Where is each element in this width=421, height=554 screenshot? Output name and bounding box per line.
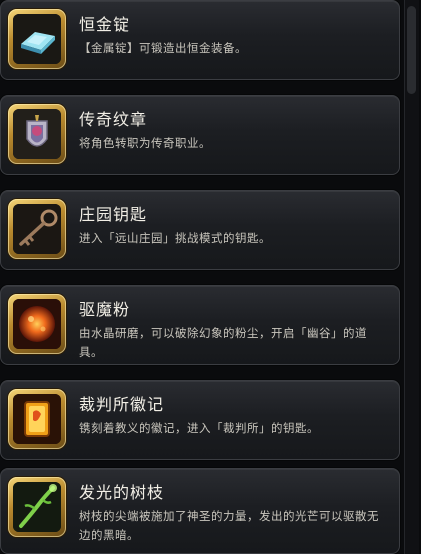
glowing-branch-icon [13,482,61,532]
item-description: 由水晶研磨，可以破除幻象的粉尘，开启「幽谷」的道具。 [79,326,367,359]
list-item-legend-crest[interactable]: 传奇纹章 将角色转职为传奇职业。 [0,95,400,175]
item-icon-frame [8,104,66,164]
item-title: 恒金锭 [79,15,131,34]
item-title: 发光的树枝 [79,483,165,502]
scrollbar-thumb[interactable] [407,6,416,94]
scrollbar[interactable] [404,0,419,554]
list-item-manor-key[interactable]: 庄园钥匙 进入「远山庄园」挑战模式的钥匙。 [0,190,400,270]
list-item-exorcism-powder[interactable]: 驱魔粉 由水晶研磨，可以破除幻象的粉尘，开启「幽谷」的道具。 [0,285,400,365]
item-description: 进入「远山庄园」挑战模式的钥匙。 [79,231,271,245]
item-icon-frame [8,477,66,537]
item-title: 驱魔粉 [79,300,131,319]
legend-crest-icon [13,109,61,159]
item-icon-frame [8,294,66,354]
item-icon-frame [8,389,66,449]
item-title: 传奇纹章 [79,110,148,129]
manor-key-icon [13,204,61,254]
list-item-metal-ingot[interactable]: 恒金锭 【金属锭】可锻造出恒金装备。 [0,0,400,80]
item-title: 庄园钥匙 [79,205,148,224]
item-title: 裁判所徽记 [79,395,165,414]
item-description: 【金属锭】可锻造出恒金装备。 [79,41,247,55]
list-item-tribunal-emblem[interactable]: 裁判所徽记 镌刻着教义的徽记，进入「裁判所」的钥匙。 [0,380,400,460]
item-list: 恒金锭 【金属锭】可锻造出恒金装备。 传奇纹章 将角色转职为传奇职业。 庄园钥匙… [0,0,421,554]
item-description: 镌刻着教义的徽记，进入「裁判所」的钥匙。 [79,421,319,435]
tribunal-emblem-icon [13,394,61,444]
item-description: 树枝的尖端被施加了神圣的力量，发出的光芒可以驱散无边的黑暗。 [79,509,379,542]
exorcism-powder-icon [13,299,61,349]
item-description: 将角色转职为传奇职业。 [79,136,211,150]
metal-ingot-icon [13,14,61,64]
item-icon-frame [8,9,66,69]
list-item-glowing-branch[interactable]: 发光的树枝 树枝的尖端被施加了神圣的力量，发出的光芒可以驱散无边的黑暗。 [0,468,400,554]
item-icon-frame [8,199,66,259]
